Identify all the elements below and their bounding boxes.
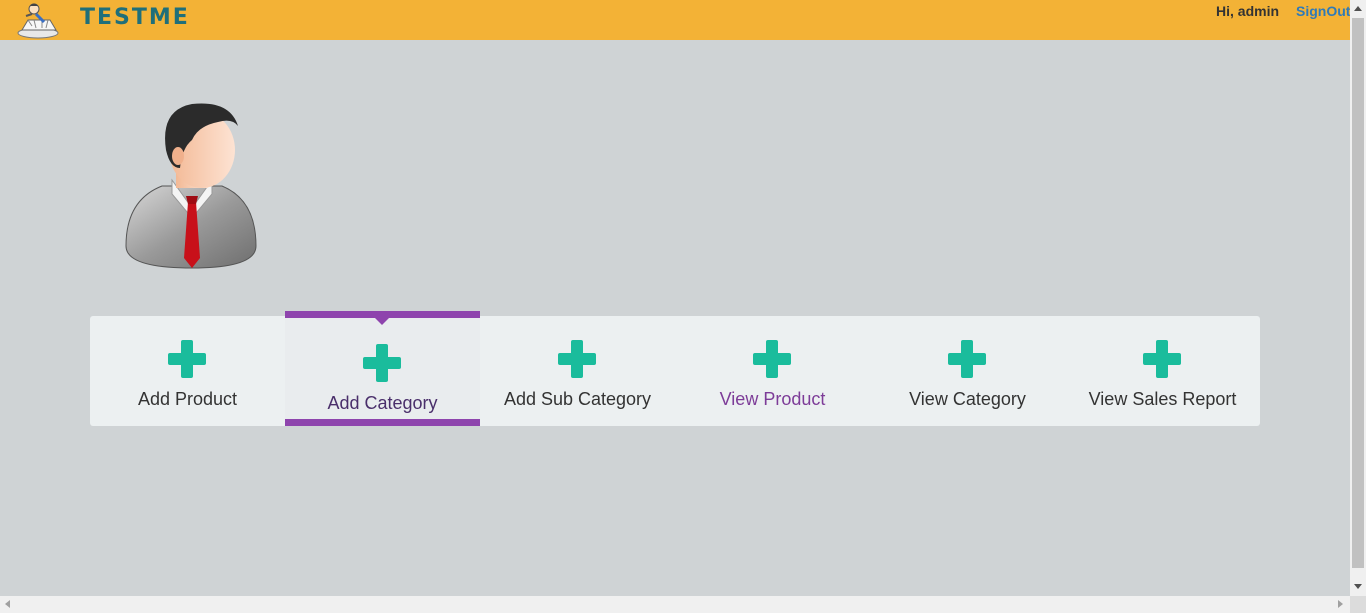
- user-avatar-icon: [122, 96, 262, 274]
- menu-item-add-sub-category[interactable]: Add Sub Category: [480, 316, 675, 426]
- shopping-cart-mascot-icon[interactable]: [14, 0, 62, 40]
- menu-item-view-sales-report[interactable]: View Sales Report: [1065, 316, 1260, 426]
- plus-icon: [363, 344, 401, 382]
- menu-item-label: Add Product: [137, 389, 238, 409]
- top-header: TESTME Hi, admin SignOut: [0, 0, 1350, 40]
- active-caret-icon: [375, 318, 389, 325]
- signout-link[interactable]: SignOut: [1296, 3, 1350, 19]
- menu-item-label: View Sales Report: [1088, 389, 1237, 409]
- vertical-scrollbar[interactable]: [1350, 0, 1366, 596]
- menu-item-label: Add Category: [327, 393, 438, 413]
- admin-menu: Add Product Add Category Add Sub Categor…: [90, 311, 1260, 426]
- scroll-right-icon[interactable]: [1338, 600, 1343, 608]
- menu-item-view-product[interactable]: View Product: [675, 316, 870, 426]
- scroll-up-icon[interactable]: [1354, 6, 1362, 11]
- logo-text[interactable]: TESTME: [80, 5, 190, 30]
- menu-item-add-product[interactable]: Add Product: [90, 316, 285, 426]
- plus-icon: [558, 340, 596, 378]
- menu-item-view-category[interactable]: View Category: [870, 316, 1065, 426]
- horizontal-scrollbar[interactable]: [0, 596, 1350, 613]
- plus-icon: [168, 340, 206, 378]
- scrollbar-thumb[interactable]: [1352, 18, 1364, 568]
- scroll-left-icon[interactable]: [5, 600, 10, 608]
- plus-icon: [1143, 340, 1181, 378]
- menu-item-label: Add Sub Category: [503, 389, 652, 409]
- menu-item-label: View Category: [909, 389, 1026, 409]
- greeting-text: Hi, admin: [1216, 3, 1280, 19]
- plus-icon: [753, 340, 791, 378]
- scrollbar-corner: [1350, 596, 1366, 613]
- scroll-down-icon[interactable]: [1354, 584, 1362, 589]
- menu-item-label: View Product: [719, 389, 826, 409]
- plus-icon: [948, 340, 986, 378]
- menu-item-add-category[interactable]: Add Category: [285, 311, 480, 426]
